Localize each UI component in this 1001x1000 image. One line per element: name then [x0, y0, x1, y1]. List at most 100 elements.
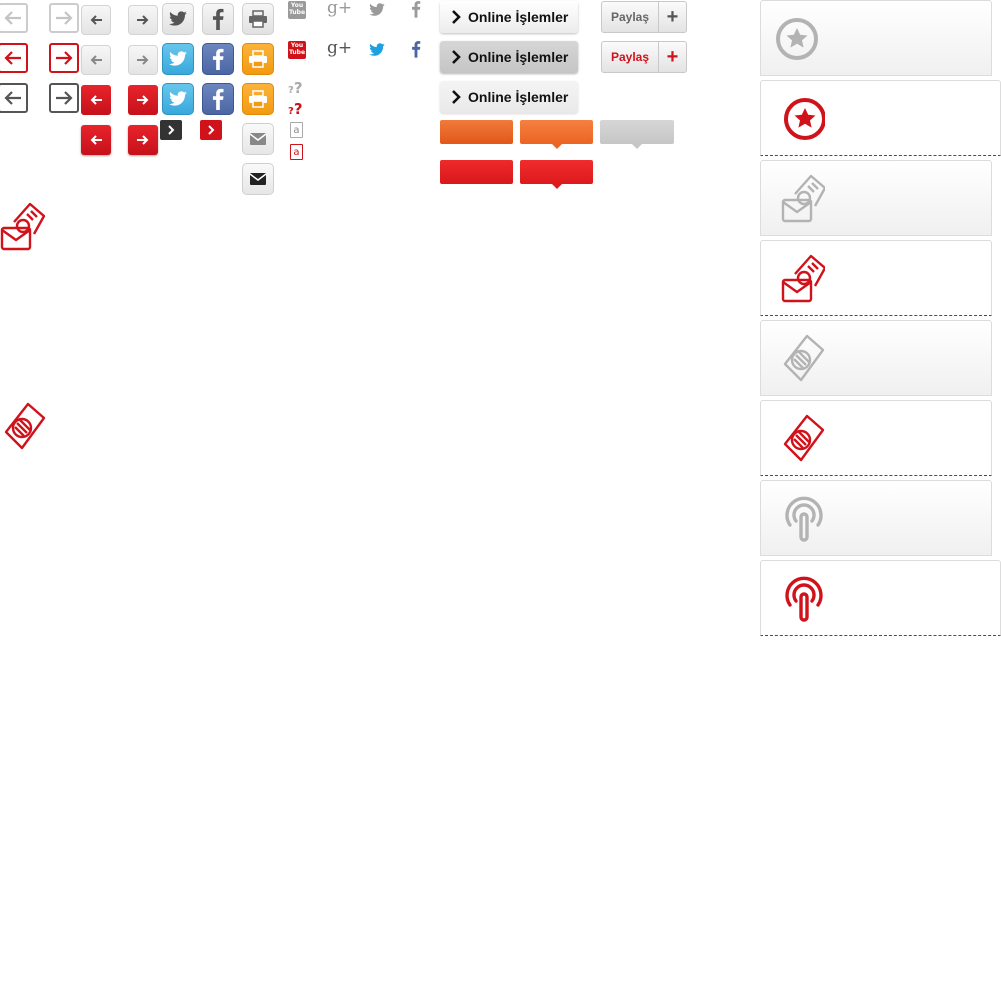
sim-mail-icon: [0, 200, 46, 252]
twitter-button-hover[interactable]: [162, 83, 194, 115]
arrow-left-button-grey[interactable]: [0, 3, 28, 33]
arrow-right-button-grey[interactable]: [49, 3, 79, 33]
pointer-tip: [551, 144, 562, 149]
red-bar[interactable]: [440, 160, 513, 184]
twitter-icon-grey[interactable]: [368, 3, 386, 17]
print-icon: [249, 90, 267, 108]
share-button[interactable]: Paylaş +: [601, 1, 687, 33]
online-islemler-button-disabled[interactable]: Online İşlemler: [440, 81, 578, 113]
twitter-button-grey[interactable]: [162, 3, 194, 35]
orange-bar[interactable]: [440, 120, 513, 144]
menu-card-broadcast-active[interactable]: [760, 560, 1001, 636]
text-size-icon-red[interactable]: a: [290, 144, 303, 160]
sim-mail-icon: [781, 174, 825, 223]
menu-card-sim[interactable]: [760, 320, 992, 396]
arrow-left-icon: [90, 95, 102, 105]
arrow-right-icon: [56, 51, 73, 65]
arrow-left-icon: [90, 135, 102, 145]
facebook-icon: [212, 88, 224, 110]
small-arrow-left-button[interactable]: [81, 5, 111, 35]
plus-icon: +: [658, 2, 686, 32]
chevron-right-icon: [452, 50, 461, 64]
arrow-right-button-red-outline[interactable]: [49, 43, 79, 73]
online-islemler-button-pressed[interactable]: Online İşlemler: [440, 41, 578, 73]
arrow-left-icon: [4, 51, 21, 65]
print-icon: [249, 50, 267, 68]
menu-card-sim-mail-active[interactable]: [760, 240, 992, 316]
grey-bar-with-tip[interactable]: [600, 120, 674, 149]
pointer-tip: [632, 144, 642, 149]
mail-icon: [249, 133, 267, 145]
print-button-grey[interactable]: [242, 3, 274, 35]
facebook-button[interactable]: [202, 43, 234, 75]
arrow-right-icon: [137, 55, 149, 65]
menu-card-star-active[interactable]: [760, 80, 1001, 156]
arrow-right-icon: [137, 135, 149, 145]
sim-mail-icon: [781, 254, 825, 303]
menu-card-sim-active[interactable]: [760, 400, 992, 476]
chevron-right-icon: [168, 125, 175, 135]
arrow-left-icon: [90, 15, 102, 25]
sim-card-icon: [783, 334, 825, 382]
facebook-button-grey[interactable]: [202, 3, 234, 35]
youtube-icon-grey[interactable]: You Tube: [288, 1, 306, 19]
mail-button-grey[interactable]: [242, 123, 274, 155]
online-islemler-button[interactable]: Online İşlemler: [440, 1, 578, 33]
red-arrow-left-button-pressed[interactable]: [81, 125, 111, 155]
orange-bar-with-tip[interactable]: [520, 120, 593, 149]
red-arrow-left-button[interactable]: [81, 85, 111, 115]
dark-chevron-button[interactable]: [160, 120, 182, 140]
sim-card-icon: [0, 400, 46, 454]
arrow-right-icon: [137, 95, 149, 105]
help-icon-red[interactable]: ??: [288, 100, 303, 118]
pointer-tip: [551, 184, 562, 189]
menu-card-sim-mail[interactable]: [760, 160, 992, 236]
broadcast-icon: [785, 496, 823, 542]
red-bar-with-tip[interactable]: [520, 160, 593, 189]
chevron-right-icon: [208, 125, 215, 135]
menu-card-star[interactable]: [760, 0, 992, 76]
arrow-left-icon: [90, 55, 102, 65]
text-size-icon-grey[interactable]: a: [290, 122, 303, 138]
arrow-left-icon: [4, 11, 21, 25]
red-chevron-button[interactable]: [200, 120, 222, 140]
google-plus-icon-dark[interactable]: g+: [327, 38, 352, 58]
arrow-left-button-dark-outline[interactable]: [0, 83, 28, 113]
menu-card-broadcast[interactable]: [760, 480, 992, 556]
small-arrow-right-button[interactable]: [128, 5, 158, 35]
facebook-icon-grey[interactable]: [411, 0, 421, 18]
facebook-button-hover[interactable]: [202, 83, 234, 115]
small-arrow-right-button[interactable]: [128, 45, 158, 75]
help-icon-grey[interactable]: ??: [288, 79, 303, 97]
arrow-right-icon: [137, 15, 149, 25]
twitter-icon: [169, 11, 187, 26]
facebook-icon-blue[interactable]: [411, 40, 421, 58]
mail-button[interactable]: [242, 163, 274, 195]
print-button-hover[interactable]: [242, 83, 274, 115]
sim-card-icon: [783, 414, 825, 462]
chevron-right-icon: [452, 90, 461, 104]
red-arrow-right-button[interactable]: [128, 85, 158, 115]
youtube-icon-red[interactable]: You Tube: [288, 41, 306, 59]
arrow-right-icon: [56, 91, 73, 105]
red-arrow-right-button-pressed[interactable]: [128, 125, 158, 155]
chevron-right-icon: [452, 10, 461, 24]
arrow-right-button-dark-outline[interactable]: [49, 83, 79, 113]
arrow-left-button-red-outline[interactable]: [0, 43, 28, 73]
small-arrow-left-button[interactable]: [81, 45, 111, 75]
twitter-icon: [169, 51, 187, 66]
broadcast-icon: [785, 576, 823, 622]
print-button[interactable]: [242, 43, 274, 75]
twitter-icon-blue[interactable]: [368, 43, 386, 57]
twitter-icon: [169, 91, 187, 106]
mail-icon: [249, 173, 267, 185]
star-icon: [784, 98, 825, 140]
arrow-right-icon: [56, 11, 73, 25]
facebook-icon: [212, 48, 224, 70]
google-plus-icon-grey[interactable]: g+: [327, 0, 352, 18]
facebook-icon: [212, 8, 224, 30]
twitter-button[interactable]: [162, 43, 194, 75]
share-button-active[interactable]: Paylaş +: [601, 41, 687, 73]
star-icon: [776, 18, 818, 60]
plus-icon: +: [658, 42, 686, 72]
